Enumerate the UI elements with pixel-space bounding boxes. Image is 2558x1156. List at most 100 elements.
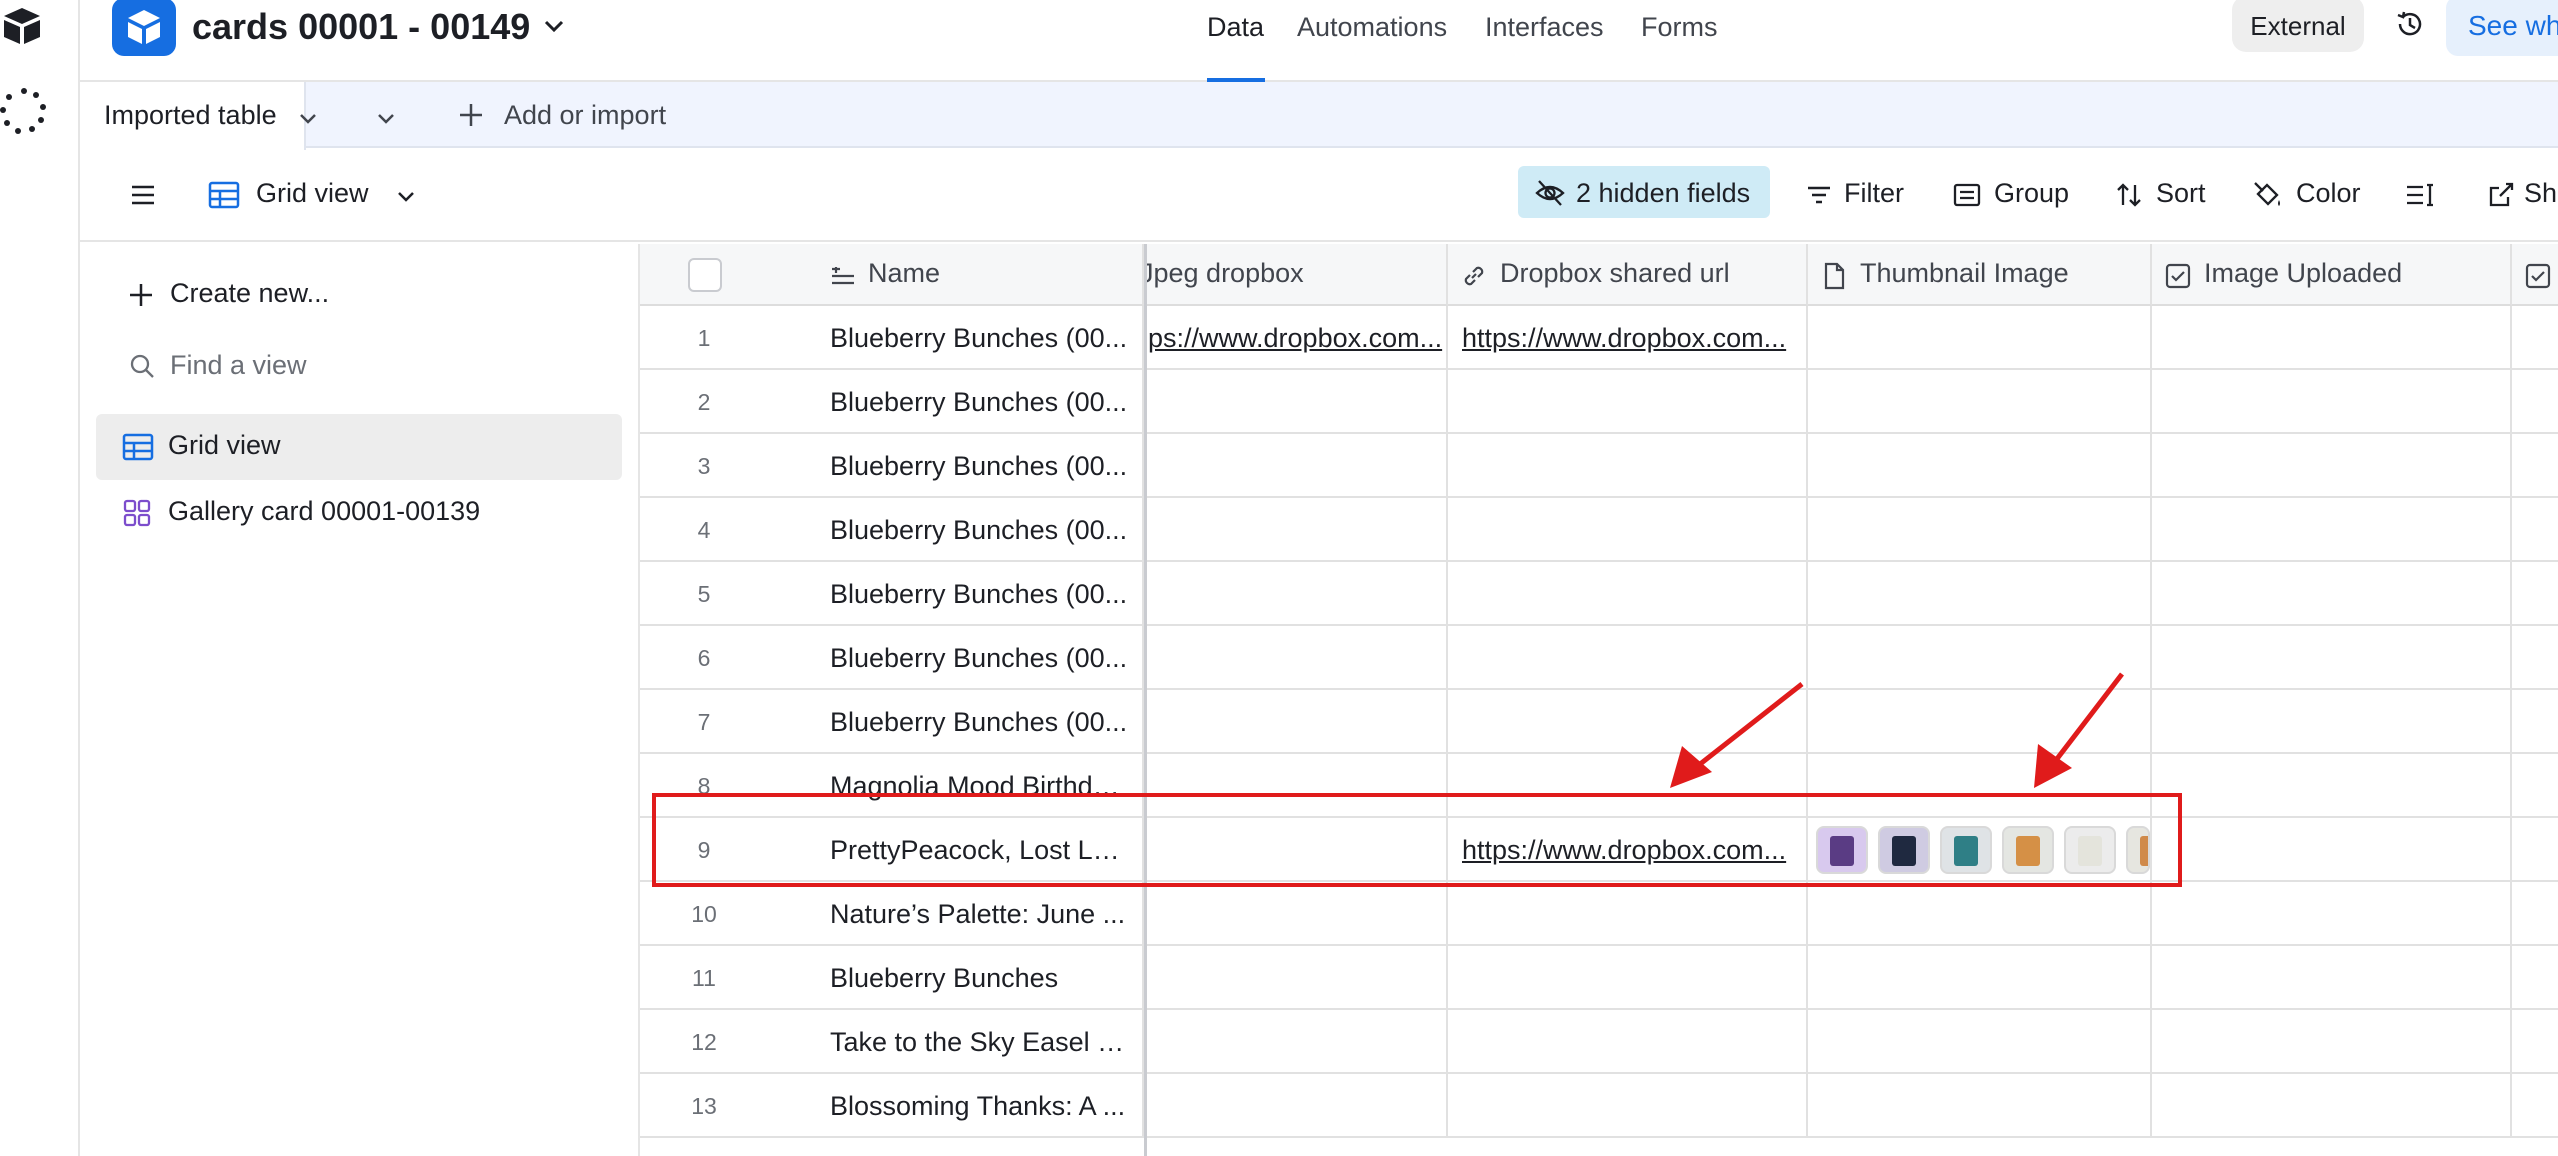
table-cell[interactable]	[1808, 1010, 2152, 1074]
plus-icon[interactable]	[456, 100, 486, 130]
table-cell[interactable]	[2152, 1010, 2512, 1074]
chevron-down-icon[interactable]	[296, 106, 320, 130]
history-icon[interactable]	[2394, 8, 2426, 40]
jpeg-dropbox-link[interactable]: ps://www.dropbox.com...	[1148, 306, 1442, 370]
table-cell[interactable]	[2152, 562, 2512, 626]
table-cell[interactable]	[1808, 434, 2152, 498]
name-cell-text[interactable]: Blueberry Bunches (00...	[830, 690, 1130, 754]
base-app-icon[interactable]	[112, 0, 176, 56]
header-url-column[interactable]: Dropbox shared url	[1448, 244, 1808, 306]
header-next-column[interactable]	[2512, 244, 2558, 306]
table-cell[interactable]	[2152, 1074, 2512, 1138]
select-all-checkbox[interactable]	[688, 258, 722, 292]
table-cell[interactable]	[1808, 946, 2152, 1010]
see-whats-new-button[interactable]: See wh	[2446, 0, 2558, 56]
table-tab-label[interactable]: Imported table	[104, 100, 277, 131]
tab-automations[interactable]: Automations	[1297, 12, 1447, 43]
table-cell[interactable]	[1808, 370, 2152, 434]
hamburger-icon[interactable]	[128, 180, 158, 210]
column-header-name[interactable]: Name	[868, 258, 940, 289]
column-header-uploaded[interactable]: Image Uploaded	[2204, 258, 2402, 289]
frozen-column-divider[interactable]	[1144, 244, 1147, 1156]
table-cell[interactable]	[2152, 882, 2512, 946]
table-cell[interactable]	[1146, 498, 1448, 562]
share-button[interactable]: Sh	[2524, 178, 2557, 209]
find-view-input[interactable]: Find a view	[170, 350, 307, 381]
table-cell[interactable]	[2152, 946, 2512, 1010]
table-cell[interactable]	[2152, 370, 2512, 434]
table-cell[interactable]	[1146, 1010, 1448, 1074]
all-tables-chevron-icon[interactable]	[374, 106, 398, 130]
dropbox-shared-url-link[interactable]: https://www.dropbox.com...	[1462, 306, 1786, 370]
table-cell[interactable]	[1448, 370, 1808, 434]
name-cell-text[interactable]: Blueberry Bunches (00...	[830, 306, 1130, 370]
airtable-logo-icon[interactable]	[0, 6, 44, 46]
header-uploaded-column[interactable]: Image Uploaded	[2152, 244, 2512, 306]
table-cell[interactable]	[1448, 882, 1808, 946]
external-button[interactable]: External	[2232, 0, 2364, 52]
view-name[interactable]: Grid view	[256, 178, 369, 209]
table-cell[interactable]	[1808, 306, 2152, 370]
table-cell[interactable]	[2152, 818, 2512, 882]
table-cell[interactable]	[2152, 626, 2512, 690]
plus-icon[interactable]	[126, 280, 156, 310]
color-button[interactable]: Color	[2296, 178, 2361, 209]
paint-bucket-icon[interactable]	[2252, 180, 2284, 210]
table-cell[interactable]	[1448, 434, 1808, 498]
sort-button[interactable]: Sort	[2156, 178, 2206, 209]
column-header-url[interactable]: Dropbox shared url	[1500, 258, 1730, 289]
share-icon[interactable]	[2486, 180, 2516, 210]
tab-forms[interactable]: Forms	[1641, 12, 1718, 43]
chevron-down-icon[interactable]	[394, 184, 418, 208]
base-title[interactable]: cards 00001 - 00149	[192, 6, 530, 48]
table-cell[interactable]	[1146, 1074, 1448, 1138]
name-cell-text[interactable]: Blueberry Bunches	[830, 946, 1130, 1010]
table-cell[interactable]	[1146, 882, 1448, 946]
table-cell[interactable]	[1146, 946, 1448, 1010]
name-cell-text[interactable]: Blueberry Bunches (00...	[830, 626, 1130, 690]
name-cell-text[interactable]: Blueberry Bunches (00...	[830, 434, 1130, 498]
table-cell[interactable]	[2152, 434, 2512, 498]
header-name-column[interactable]: Name	[640, 244, 1144, 306]
chevron-down-icon[interactable]	[540, 12, 568, 40]
table-cell[interactable]	[1146, 690, 1448, 754]
name-cell-text[interactable]: Take to the Sky Easel C...	[830, 1010, 1130, 1074]
table-cell[interactable]	[1146, 434, 1448, 498]
group-icon[interactable]	[1952, 180, 1982, 210]
name-cell-text[interactable]: Blueberry Bunches (00...	[830, 562, 1130, 626]
sort-icon[interactable]	[2114, 180, 2144, 210]
filter-button[interactable]: Filter	[1844, 178, 1904, 209]
table-cell[interactable]	[1448, 562, 1808, 626]
table-cell[interactable]	[1146, 562, 1448, 626]
table-cell[interactable]	[1808, 498, 2152, 562]
header-jpeg-column[interactable]: Jpeg dropbox	[1146, 244, 1448, 306]
column-header-thumbnail[interactable]: Thumbnail Image	[1860, 258, 2069, 289]
table-cell[interactable]	[1146, 370, 1448, 434]
table-cell[interactable]	[1448, 498, 1808, 562]
name-cell-text[interactable]: Blueberry Bunches (00...	[830, 498, 1130, 562]
column-header-jpeg[interactable]: Jpeg dropbox	[1146, 258, 1304, 289]
hidden-fields-label[interactable]: 2 hidden fields	[1576, 178, 1750, 209]
add-or-import-button[interactable]: Add or import	[504, 100, 666, 131]
sidebar-item-label[interactable]: Grid view	[168, 430, 281, 461]
table-cell[interactable]	[1146, 626, 1448, 690]
name-cell-text[interactable]: Blueberry Bunches (00...	[830, 370, 1130, 434]
name-cell-text[interactable]: Nature’s Palette: June ...	[830, 882, 1130, 946]
table-cell[interactable]	[1448, 1074, 1808, 1138]
table-cell[interactable]	[1808, 882, 2152, 946]
table-cell[interactable]	[1808, 562, 2152, 626]
table-cell[interactable]	[2152, 498, 2512, 562]
header-thumbnail-column[interactable]: Thumbnail Image	[1808, 244, 2152, 306]
group-button[interactable]: Group	[1994, 178, 2069, 209]
row-height-icon[interactable]	[2404, 180, 2436, 210]
table-cell[interactable]	[1448, 946, 1808, 1010]
tab-data[interactable]: Data	[1207, 12, 1264, 43]
table-cell[interactable]	[2152, 690, 2512, 754]
filter-icon[interactable]	[1804, 180, 1834, 210]
name-cell-text[interactable]: Blossoming Thanks: A ...	[830, 1074, 1130, 1138]
tab-interfaces[interactable]: Interfaces	[1485, 12, 1604, 43]
table-cell[interactable]	[2152, 306, 2512, 370]
table-cell[interactable]	[1448, 1010, 1808, 1074]
table-cell[interactable]	[1808, 1074, 2152, 1138]
create-new-view-button[interactable]: Create new...	[170, 278, 329, 309]
